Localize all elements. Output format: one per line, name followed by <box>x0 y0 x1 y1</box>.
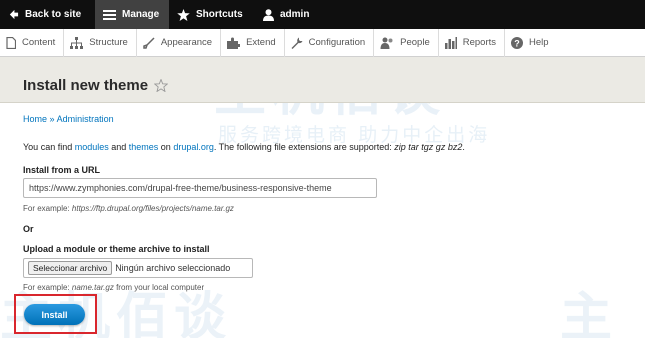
tray-item-help[interactable]: ? Help <box>505 29 557 57</box>
tray-item-structure[interactable]: Structure <box>64 28 137 57</box>
intro-text: You can find modules and themes on drupa… <box>23 142 465 152</box>
back-to-site-link[interactable]: Back to site <box>0 0 95 29</box>
user-icon <box>263 8 274 21</box>
intro-text-part: . The following file extensions are supp… <box>213 142 395 152</box>
arrow-left-icon <box>8 9 19 20</box>
reports-icon <box>444 36 457 49</box>
intro-text-part: You can find <box>23 142 75 152</box>
intro-text-part: on <box>158 142 174 152</box>
choose-file-button[interactable]: Seleccionar archivo <box>28 261 113 275</box>
tray-item-content[interactable]: Content <box>0 28 65 57</box>
hint-example: https://ftp.drupal.org/files/projects/na… <box>71 204 234 213</box>
svg-text:?: ? <box>514 38 520 48</box>
tray-item-label: Content <box>22 37 56 48</box>
shortcuts-label: Shortcuts <box>196 9 243 20</box>
intro-text-part: . <box>462 142 465 152</box>
intro-text-part: and <box>108 142 129 152</box>
hint-prefix: For example: <box>23 204 72 213</box>
breadcrumb-home-link[interactable]: Home <box>23 114 47 124</box>
people-icon <box>380 37 394 49</box>
shortcuts-tab[interactable]: Shortcuts <box>169 0 255 29</box>
star-icon <box>177 8 190 21</box>
content-icon <box>6 36 16 49</box>
page-header: Install new theme <box>0 57 645 103</box>
admin-tray: Content Structure Appearance Extend Conf… <box>0 28 645 57</box>
file-status: Ningún archivo seleccionado <box>115 263 231 273</box>
manage-tab[interactable]: Manage <box>95 0 169 29</box>
url-input[interactable]: https://www.zymphonies.com/drupal-free-t… <box>23 178 377 198</box>
tray-item-extend[interactable]: Extend <box>221 28 285 57</box>
page-title-text: Install new theme <box>23 77 149 94</box>
user-tab[interactable]: admin <box>255 0 325 29</box>
tray-item-label: Reports <box>462 37 497 48</box>
or-label: Or <box>23 224 34 234</box>
breadcrumb-admin-link[interactable]: Administration <box>57 114 114 124</box>
user-label: admin <box>280 9 310 20</box>
help-icon: ? <box>511 36 524 49</box>
tray-item-people[interactable]: People <box>374 28 439 57</box>
supported-extensions: zip tar tgz gz bz2 <box>394 142 463 152</box>
upload-field-label: Upload a module or theme archive to inst… <box>23 244 210 254</box>
appearance-icon <box>143 36 155 49</box>
file-upload-input[interactable]: Seleccionar archivo Ningún archivo selec… <box>23 258 253 278</box>
tray-item-appearance[interactable]: Appearance <box>137 28 222 57</box>
extend-icon <box>227 37 241 49</box>
tray-item-label: Structure <box>89 37 128 48</box>
tray-item-label: Appearance <box>160 37 213 48</box>
themes-link[interactable]: themes <box>129 142 159 152</box>
configuration-icon <box>291 37 303 49</box>
page-title: Install new theme <box>23 77 169 94</box>
install-button[interactable]: Install <box>24 304 85 325</box>
tray-item-label: People <box>400 37 430 48</box>
manage-label: Manage <box>122 9 160 20</box>
url-field-hint: For example: https://ftp.drupal.org/file… <box>23 204 234 213</box>
tray-item-reports[interactable]: Reports <box>439 28 506 57</box>
url-field-label: Install from a URL <box>23 165 101 175</box>
modules-link[interactable]: modules <box>75 142 109 152</box>
structure-icon <box>70 36 84 49</box>
hint-example: name.tar.gz <box>71 283 114 292</box>
tray-item-label: Extend <box>246 37 276 48</box>
breadcrumb: Home » Administration <box>23 114 114 124</box>
tray-item-label: Configuration <box>308 37 366 48</box>
admin-toolbar: Back to site Manage Shortcuts admin <box>0 0 645 29</box>
breadcrumb-separator: » <box>49 114 55 124</box>
tray-item-label: Help <box>529 37 549 48</box>
menu-icon <box>103 9 116 21</box>
tray-item-configuration[interactable]: Configuration <box>285 28 375 57</box>
install-highlight-box: Install <box>14 294 97 334</box>
drupal-org-link[interactable]: drupal.org <box>173 142 214 152</box>
watermark-text-right: 主 <box>560 289 613 338</box>
back-to-site-label: Back to site <box>25 9 82 20</box>
hint-prefix: For example: <box>23 283 72 292</box>
hint-suffix: from your local computer <box>113 283 205 292</box>
upload-field-hint: For example: name.tar.gz from your local… <box>23 283 204 292</box>
shortcut-star-icon[interactable] <box>154 79 169 92</box>
